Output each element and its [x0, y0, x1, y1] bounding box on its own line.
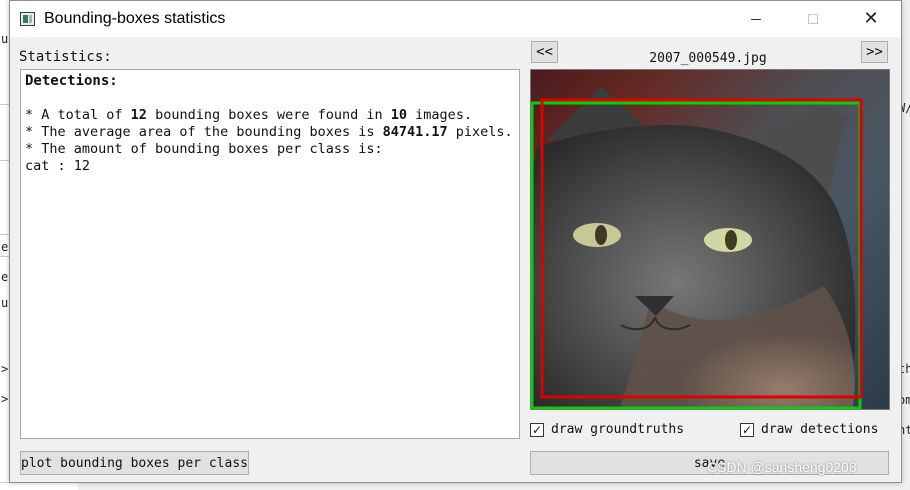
checkbox-checked-icon[interactable]: ✓ — [530, 422, 544, 437]
csdn-watermark: CSDN @sansheng0208 — [707, 459, 857, 475]
checkbox-checked-icon[interactable]: ✓ — [740, 422, 754, 437]
bounding-boxes-statistics-window: Bounding-boxes statistics ✕ Statistics: … — [9, 0, 902, 483]
average-text-prefix: * The average area of the bounding boxes… — [25, 124, 383, 140]
background-text: > — [1, 392, 9, 406]
background-text: u — [1, 296, 9, 310]
background-text: e — [1, 240, 9, 254]
total-text-suffix: images. — [407, 107, 473, 123]
background-text: e — [1, 270, 9, 284]
background-text: u — [1, 32, 9, 46]
draw-groundtruths-label: draw groundtruths — [551, 422, 685, 437]
class-count-line: cat : 12 — [25, 158, 91, 174]
draw-detections-option[interactable]: ✓ draw detections — [740, 422, 878, 437]
cat-pupil-right — [725, 230, 737, 250]
statistics-label: Statistics: — [19, 49, 112, 65]
total-box-count: 12 — [130, 107, 147, 123]
image-preview — [530, 69, 890, 410]
average-area-value: 84741.17 — [382, 124, 448, 140]
close-button[interactable]: ✕ — [848, 1, 894, 37]
cat-pupil-left — [595, 225, 607, 245]
draw-detections-label: draw detections — [761, 422, 879, 437]
minimize-icon — [751, 18, 761, 20]
minimize-button[interactable] — [733, 1, 779, 37]
cat-photo — [531, 70, 889, 409]
previous-image-button[interactable]: << — [531, 41, 558, 63]
total-text-prefix: * A total of — [25, 107, 131, 123]
average-text-suffix: pixels. — [447, 124, 513, 140]
next-image-button[interactable]: >> — [861, 41, 888, 63]
image-filename: 2007_000549.jpg — [649, 51, 767, 66]
maximize-button[interactable] — [790, 1, 836, 37]
plot-bounding-boxes-button[interactable]: plot bounding boxes per class — [20, 451, 249, 475]
class-count-heading: * The amount of bounding boxes per class… — [25, 141, 383, 157]
statistics-text-area[interactable]: Detections: * A total of 12 bounding box… — [20, 69, 520, 439]
app-icon — [20, 12, 35, 26]
total-text-middle: bounding boxes were found in — [146, 107, 391, 123]
window-title: Bounding-boxes statistics — [44, 10, 226, 27]
maximize-icon — [808, 14, 818, 24]
title-bar[interactable]: Bounding-boxes statistics ✕ — [10, 1, 901, 37]
draw-groundtruths-option[interactable]: ✓ draw groundtruths — [530, 422, 684, 437]
close-icon: ✕ — [863, 8, 879, 29]
background-text: > — [1, 362, 9, 376]
total-image-count: 10 — [390, 107, 408, 123]
statistics-heading: Detections: — [25, 73, 118, 89]
